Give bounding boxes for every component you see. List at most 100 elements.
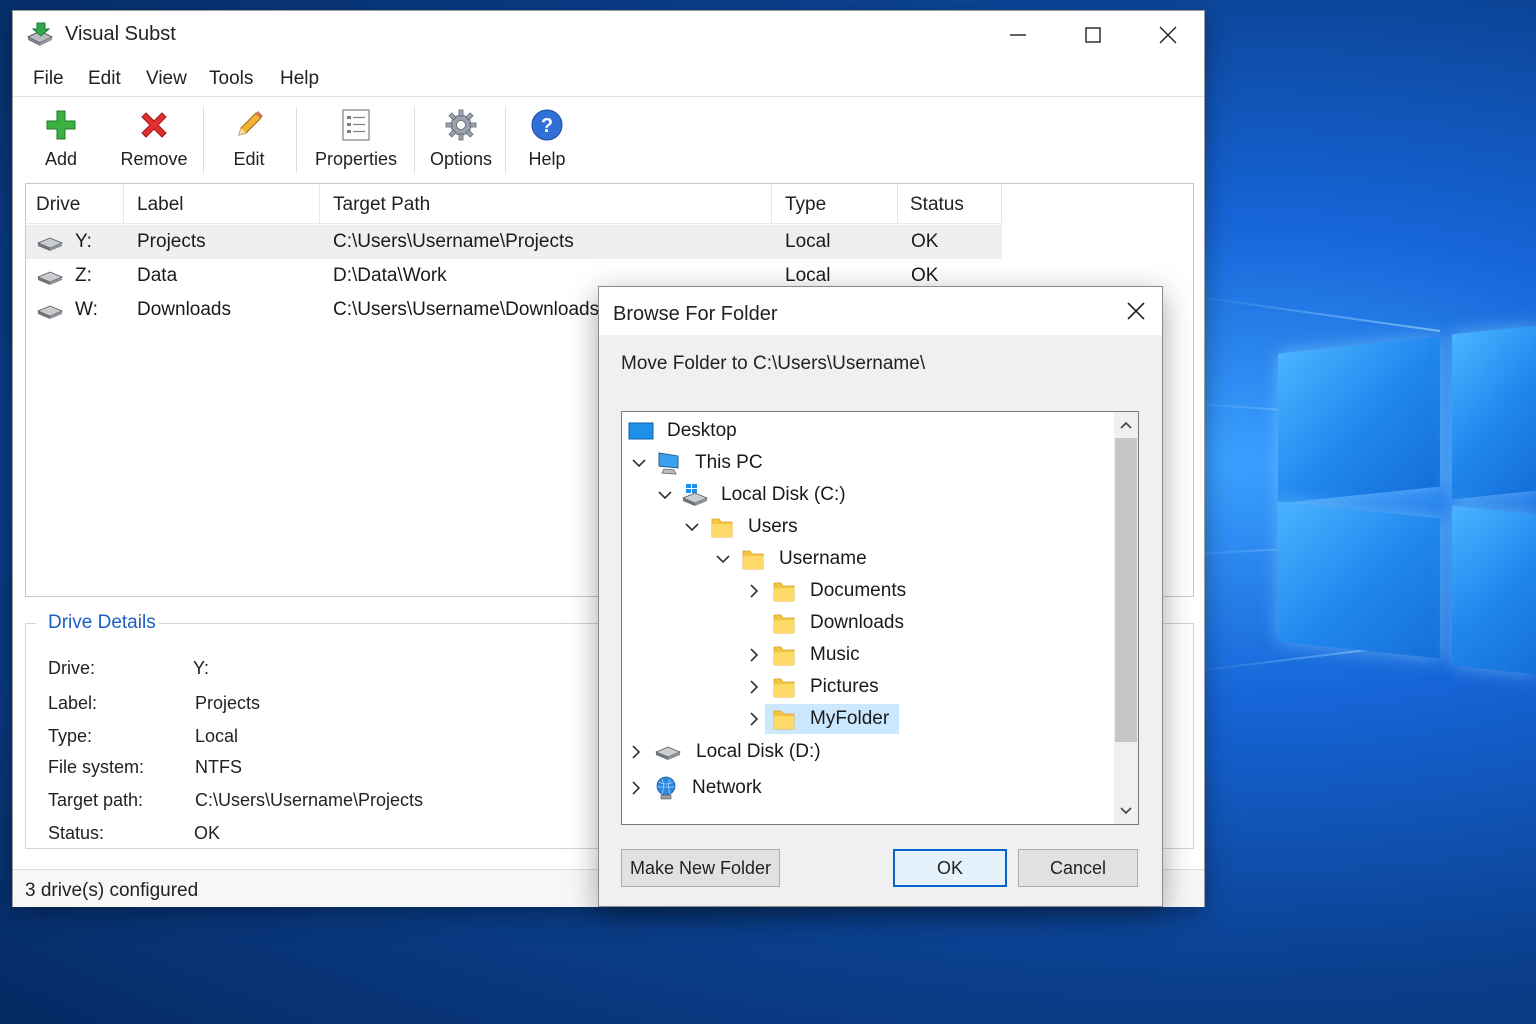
properties-icon xyxy=(342,109,370,141)
close-button[interactable] xyxy=(1145,17,1191,53)
title-bar[interactable]: Visual Subst xyxy=(13,11,1204,59)
folder-tree[interactable]: Desktop This PC Local Disk (C:) Users Us… xyxy=(621,411,1139,825)
column-header-target-path[interactable]: Target Path xyxy=(320,184,772,224)
column-header-label[interactable]: Label xyxy=(124,184,320,224)
browse-folder-dialog: Browse For Folder Move Folder to C:\User… xyxy=(598,286,1163,907)
options-button[interactable]: Options xyxy=(430,107,492,179)
dialog-instruction: Move Folder to C:\Users\Username\ xyxy=(621,353,926,374)
chevron-right-icon[interactable] xyxy=(745,710,763,728)
tree-node-local-disk-c[interactable]: Local Disk (C:) xyxy=(656,480,856,510)
tree-node-desktop[interactable]: Desktop xyxy=(628,416,747,446)
drive-details-title: Drive Details xyxy=(48,612,156,634)
tree-label: This PC xyxy=(695,452,763,473)
column-header-drive[interactable]: Drive xyxy=(26,184,124,224)
gear-icon xyxy=(445,109,477,141)
chevron-down-icon[interactable] xyxy=(630,454,648,472)
tree-label: Pictures xyxy=(810,676,879,697)
cell-drive: W: xyxy=(75,299,98,320)
cell-drive: Z: xyxy=(75,265,92,286)
chevron-right-icon[interactable] xyxy=(627,779,645,797)
chevron-down-icon[interactable] xyxy=(656,486,674,504)
edit-label: Edit xyxy=(233,149,265,169)
detail-label-status: Status: xyxy=(48,823,105,843)
detail-label-drive: Drive: xyxy=(48,658,96,678)
detail-label-file-system: File system: xyxy=(48,757,145,777)
computer-icon xyxy=(658,452,679,475)
cell-status: OK xyxy=(911,265,939,286)
minimize-button[interactable] xyxy=(995,17,1041,53)
cancel-button[interactable]: Cancel xyxy=(1018,849,1138,887)
menu-help[interactable]: Help xyxy=(280,68,319,90)
tree-node-pictures[interactable]: Pictures xyxy=(745,672,889,702)
scroll-thumb[interactable] xyxy=(1115,438,1137,742)
drive-icon xyxy=(36,237,64,251)
chevron-down-icon[interactable] xyxy=(1117,802,1135,820)
tree-node-local-disk-d[interactable]: Local Disk (D:) xyxy=(627,737,831,767)
edit-button[interactable]: Edit xyxy=(229,107,269,179)
folder-icon xyxy=(773,582,795,602)
add-label: Add xyxy=(44,149,78,169)
make-new-folder-button[interactable]: Make New Folder xyxy=(621,849,780,887)
folder-icon xyxy=(773,614,795,634)
toolbar-separator xyxy=(414,107,415,173)
detail-label-type: Type: xyxy=(48,726,93,746)
tree-node-users[interactable]: Users xyxy=(683,512,808,542)
tree-label: Local Disk (D:) xyxy=(696,741,821,762)
detail-value-label: Projects xyxy=(195,693,261,713)
column-header-status[interactable]: Status xyxy=(898,184,1002,224)
detail-value-target-path: C:\Users\Username\Projects xyxy=(195,790,424,810)
column-header-type[interactable]: Type xyxy=(772,184,898,224)
chevron-up-icon[interactable] xyxy=(1117,416,1135,434)
chevron-right-icon[interactable] xyxy=(745,646,763,664)
close-icon[interactable] xyxy=(1124,299,1148,323)
remove-button[interactable]: Remove xyxy=(120,107,188,179)
plus-icon xyxy=(46,110,76,140)
tree-label: Downloads xyxy=(810,612,904,633)
table-row[interactable]: Y: Projects C:\Users\Username\Projects L… xyxy=(26,225,1002,259)
help-label: Help xyxy=(528,149,566,169)
help-button[interactable]: ? Help xyxy=(525,107,569,179)
maximize-button[interactable] xyxy=(1070,17,1116,53)
tree-label: MyFolder xyxy=(810,708,890,729)
tree-scrollbar[interactable] xyxy=(1114,412,1138,824)
properties-button[interactable]: Properties xyxy=(315,107,397,179)
detail-value-file-system: NTFS xyxy=(195,757,242,777)
tree-node-downloads[interactable]: Downloads xyxy=(745,608,914,638)
properties-label: Properties xyxy=(314,149,398,169)
window-title: Visual Subst xyxy=(65,23,176,45)
chevron-down-icon[interactable] xyxy=(683,518,701,536)
close-icon xyxy=(1159,26,1177,44)
menu-view[interactable]: View xyxy=(146,68,187,90)
chevron-right-icon[interactable] xyxy=(745,678,763,696)
add-button[interactable]: Add xyxy=(41,107,81,179)
tree-node-this-pc[interactable]: This PC xyxy=(630,448,773,478)
tree-node-myfolder[interactable]: MyFolder xyxy=(745,704,900,734)
tree-node-username[interactable]: Username xyxy=(714,544,877,574)
tree-node-music[interactable]: Music xyxy=(745,640,870,670)
chevron-right-icon[interactable] xyxy=(745,582,763,600)
dialog-title: Browse For Folder xyxy=(613,303,778,325)
menu-tools[interactable]: Tools xyxy=(209,68,253,90)
chevron-right-icon[interactable] xyxy=(627,743,645,761)
cell-path: C:\Users\Username\Downloads xyxy=(333,299,600,320)
detail-label-target-path: Target path: xyxy=(48,790,144,810)
menu-file[interactable]: File xyxy=(33,68,64,90)
pencil-icon xyxy=(238,111,263,136)
toolbar: Add Remove Edit Properties Options ? Hel… xyxy=(13,99,1204,183)
tree-label: Username xyxy=(779,548,867,569)
drive-icon xyxy=(36,271,64,285)
detail-label-label: Label: xyxy=(48,693,98,713)
list-header: Drive Label Target Path Type Status xyxy=(26,184,1002,224)
cell-type: Local xyxy=(785,265,831,286)
detail-value-type: Local xyxy=(195,726,239,746)
tree-label: Desktop xyxy=(667,420,737,441)
chevron-down-icon[interactable] xyxy=(714,550,732,568)
ok-button[interactable]: OK xyxy=(893,849,1007,887)
status-text: 3 drive(s) configured xyxy=(25,880,199,901)
app-drive-icon xyxy=(26,22,54,46)
dialog-title-bar[interactable]: Browse For Folder xyxy=(599,287,1162,335)
tree-node-network[interactable]: Network xyxy=(627,773,772,803)
tree-node-documents[interactable]: Documents xyxy=(745,576,916,606)
maximize-icon xyxy=(1085,27,1101,43)
menu-edit[interactable]: Edit xyxy=(88,68,121,90)
